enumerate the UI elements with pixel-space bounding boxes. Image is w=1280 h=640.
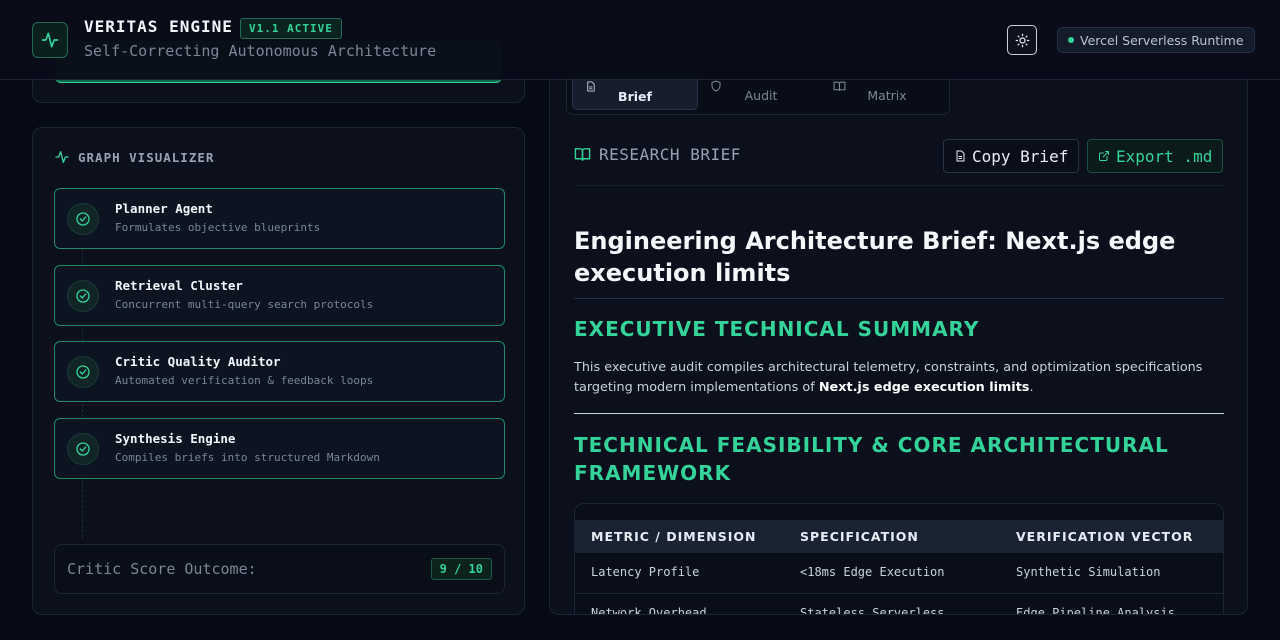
node-title: Critic Quality Auditor <box>115 354 281 369</box>
node-description: Formulates objective blueprints <box>115 221 321 234</box>
feasibility-heading: TECHNICAL FEASIBILITY & CORE ARCHITECTUR… <box>574 433 1169 485</box>
copy-brief-label: Copy Brief <box>972 146 1069 166</box>
activity-icon <box>55 151 69 163</box>
node-description: Compiles briefs into structured Markdown <box>115 451 380 464</box>
graph-visualizer-panel: GRAPH VISUALIZER Planner Agent Formulate… <box>32 127 525 615</box>
executive-summary-heading: EXECUTIVE TECHNICAL SUMMARY <box>574 317 980 341</box>
check-circle-icon <box>67 356 99 388</box>
table-row: Network Overhead Stateless Serverless Ed… <box>575 594 1223 615</box>
table-cell: Synthetic Simulation <box>1016 565 1161 579</box>
external-link-icon <box>1099 151 1109 161</box>
table-row: Latency Profile <18ms Edge Execution Syn… <box>575 553 1223 594</box>
node-description: Automated verification & feedback loops <box>115 374 374 387</box>
theme-toggle-button[interactable] <box>1007 25 1037 55</box>
graph-visualizer-title: GRAPH VISUALIZER <box>54 149 214 165</box>
table-cell: Edge Pipeline Analysis <box>1016 606 1175 615</box>
node-planner-agent[interactable]: Planner Agent Formulates objective bluep… <box>54 188 505 249</box>
file-text-icon <box>956 150 965 162</box>
node-critic-quality-auditor[interactable]: Critic Quality Auditor Automated verific… <box>54 341 505 402</box>
document-title: Engineering Architecture Brief: Next.js … <box>574 227 1176 287</box>
table-header: METRIC / DIMENSION SPECIFICATION VERIFIC… <box>575 520 1223 553</box>
tab-label: Audit <box>744 88 778 103</box>
tab-label: Matrix <box>867 88 907 103</box>
app-title: VERITAS ENGINE <box>84 17 233 36</box>
section-divider <box>574 413 1224 414</box>
node-title: Planner Agent <box>115 201 213 216</box>
sun-icon <box>1015 33 1029 47</box>
runtime-status-badge: Vercel Serverless Runtime <box>1057 27 1255 53</box>
divider <box>574 298 1224 299</box>
column-header: METRIC / DIMENSION <box>591 529 757 544</box>
summary-strong-text: Next.js edge execution limits <box>818 380 1030 395</box>
divider <box>574 185 1224 186</box>
node-title: Retrieval Cluster <box>115 278 243 293</box>
app-logo <box>32 22 68 58</box>
book-open-icon <box>574 148 591 161</box>
activity-icon <box>41 32 59 48</box>
node-synthesis-engine[interactable]: Synthesis Engine Compiles briefs into st… <box>54 418 505 479</box>
copy-brief-button[interactable]: Copy Brief <box>943 139 1080 173</box>
app-subtitle: Self-Correcting Autonomous Architecture <box>84 42 437 60</box>
metrics-table: METRIC / DIMENSION SPECIFICATION VERIFIC… <box>574 503 1224 615</box>
research-brief-label: RESEARCH BRIEF <box>599 145 741 164</box>
table-cell: Stateless Serverless <box>800 606 945 615</box>
check-circle-icon <box>67 433 99 465</box>
critic-score-label: Critic Score Outcome: <box>67 560 257 578</box>
node-retrieval-cluster[interactable]: Retrieval Cluster Concurrent multi-query… <box>54 265 505 326</box>
tab-label: Brief <box>618 89 652 104</box>
executive-summary-text: This executive audit compiles architectu… <box>574 358 1224 398</box>
export-md-button[interactable]: Export .md <box>1087 139 1224 173</box>
check-circle-icon <box>67 280 99 312</box>
table-cell: Network Overhead <box>591 606 707 615</box>
check-circle-icon <box>67 203 99 235</box>
table-cell: <18ms Edge Execution <box>800 565 945 579</box>
summary-end: . <box>1029 380 1034 395</box>
status-dot-icon <box>1068 37 1074 43</box>
critic-score-box: Critic Score Outcome: 9 / 10 <box>54 544 505 594</box>
runtime-label: Vercel Serverless Runtime <box>1080 32 1244 48</box>
node-description: Concurrent multi-query search protocols <box>115 298 374 311</box>
research-brief-title: RESEARCH BRIEF <box>574 145 741 164</box>
export-md-label: Export .md <box>1116 146 1213 166</box>
version-badge: V1.1 ACTIVE <box>240 18 342 39</box>
graph-title-label: GRAPH VISUALIZER <box>78 149 215 165</box>
column-header: SPECIFICATION <box>800 529 919 544</box>
critic-score-badge: 9 / 10 <box>430 558 492 580</box>
node-title: Synthesis Engine <box>115 431 236 446</box>
research-brief-panel: Brief Audit Matrix RESEARCH BRIEF Copy B… <box>549 0 1248 615</box>
column-header: VERIFICATION VECTOR <box>1016 529 1194 544</box>
app-header: VERITAS ENGINE V1.1 ACTIVE Self-Correcti… <box>0 0 1280 80</box>
table-cell: Latency Profile <box>591 565 700 579</box>
